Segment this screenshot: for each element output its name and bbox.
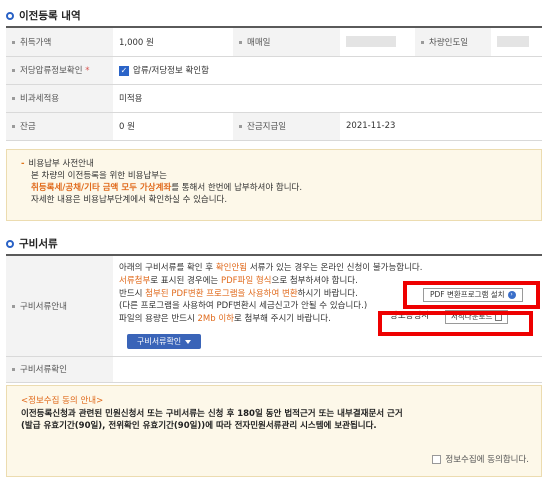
consent-agree[interactable]: 정보수집에 동의합니다.	[432, 454, 529, 467]
table-row: 구비서류확인	[6, 356, 542, 383]
label-text: 잔금지급일	[247, 122, 287, 132]
balance-date-label: 잔금지급일	[233, 112, 340, 141]
bullet-icon	[421, 40, 424, 44]
fee-notice-line1: 본 차량의 이전등록을 위한 비용납부는	[31, 171, 167, 181]
table-row: 취득가액 1,000 원 매매일 차량인도일	[6, 28, 542, 57]
redacted-value	[346, 36, 396, 48]
consent-line1: 이전등록신청과 관련된 민원신청서 또는 구비서류는 신청 후 180일 동안 …	[21, 408, 403, 419]
highlight-box	[378, 311, 533, 336]
fee-notice-title: - 비용납부 사전안내	[21, 158, 527, 170]
check-button-label: 구비서류확인	[137, 337, 182, 346]
bullet-icon	[12, 97, 15, 100]
redacted-value	[497, 36, 529, 48]
dash-icon: -	[21, 159, 25, 169]
table-row: 비과세적용 미적용	[6, 84, 542, 113]
label-text: 저당압류정보확인	[20, 66, 83, 76]
docs-check-button[interactable]: 구비서류확인	[127, 334, 202, 349]
docs-confirm-value	[113, 356, 542, 383]
lien-label: 저당압류정보확인 *	[6, 56, 113, 85]
acq-price-value: 1,000 원	[113, 28, 233, 57]
guide-text: 파일의 용량은 반드시	[119, 314, 198, 325]
bullet-icon	[12, 40, 15, 44]
fee-notice-box: - 비용납부 사전안내 본 차량의 이전등록을 위한 비용납부는 취등록세/공채/…	[6, 149, 542, 221]
fee-notice-rest: 를 통해서 한번에 납부하셔야 합니다.	[171, 183, 303, 193]
guide-text: 서류가 있는 경우는 온라인 신청이 불가능합니다.	[247, 263, 423, 273]
bullet-icon	[12, 304, 15, 308]
guide-text: 로 첨부해 주시기 바랍니다.	[233, 314, 331, 325]
label-text: 매매일	[247, 37, 271, 48]
tax-value: 미적용	[113, 84, 542, 113]
bullet-icon	[239, 40, 242, 44]
section-title-text: 이전등록 내역	[19, 10, 81, 22]
bullet-icon	[12, 368, 15, 371]
guide-text: 반드시	[119, 288, 146, 299]
balance-label: 잔금	[6, 112, 113, 141]
guide-emphasis: 서류첨부	[119, 275, 151, 286]
delivery-date-label: 차량인도일	[415, 28, 491, 57]
lien-check-cell[interactable]: ✓ 압류/저당정보 확인함	[113, 56, 542, 85]
fee-notice-emphasis: 취등록세/공채/기타 금액 모두 가상계좌	[31, 183, 172, 193]
section-bullet-icon	[6, 11, 14, 20]
label-text: 잔금	[20, 122, 36, 132]
bullet-icon	[12, 69, 15, 72]
tax-label: 비과세적용	[6, 84, 113, 113]
consent-heading: <정보수집 동의 안내>	[21, 396, 104, 406]
label-text: 구비서류안내	[20, 301, 67, 312]
section-title-docs: 구비서류	[6, 236, 58, 251]
chevron-down-icon	[185, 339, 192, 344]
consent-agree-label[interactable]: 정보수집에 동의합니다.	[445, 454, 529, 467]
table-row: 잔금 0 원 잔금지급일 2021-11-23	[6, 112, 542, 141]
guide-emphasis: PDF파일 형식	[220, 275, 272, 286]
label-text: 취득가액	[20, 37, 52, 48]
section-title-transfer: 이전등록 내역	[6, 8, 81, 23]
guide-line1: 아래의 구비서류를 확인 후 확인안됨 서류가 있는 경우는 온라인 신청이 불…	[119, 262, 536, 275]
label-text: 구비서류확인	[20, 365, 67, 375]
guide-text: 로 표시된 경우에는	[150, 275, 221, 286]
guide-emphasis: 첨부된 PDF변환 프로그램을 사용하여 변환	[145, 288, 298, 299]
sale-date-label: 매매일	[233, 28, 340, 57]
highlight-box	[403, 281, 540, 309]
sale-date-value	[340, 28, 415, 57]
section-bullet-icon	[6, 239, 14, 248]
check-icon[interactable]: ✓	[119, 65, 129, 76]
transfer-table: 취득가액 1,000 원 매매일 차량인도일 저당압류정보확인 * ✓ 압류/저당…	[6, 28, 542, 141]
bullet-icon	[239, 125, 242, 128]
label-text: 차량인도일	[429, 37, 469, 48]
label-text: 비과세적용	[20, 94, 60, 104]
fee-notice-line3: 자세한 내용은 비용납부단계에서 확인하실 수 있습니다.	[31, 195, 228, 205]
consent-line2: (발급 유효기간(90일), 전위확인 유효기간(90일))에 따라 전자민원서…	[21, 421, 377, 431]
guide-emphasis: 확인안됨	[215, 263, 248, 273]
fee-notice-title-text: 비용납부 사전안내	[28, 159, 94, 169]
balance-date-value: 2021-11-23	[340, 112, 542, 141]
lien-check-label[interactable]: 압류/저당정보 확인함	[133, 66, 209, 76]
balance-value: 0 원	[113, 112, 233, 141]
guide-emphasis: 2Mb 이하	[197, 314, 234, 325]
section-title-text: 구비서류	[19, 238, 58, 250]
acq-price-label: 취득가액	[6, 28, 113, 57]
guide-text: 아래의 구비서류를 확인 후	[119, 263, 216, 273]
delivery-date-value	[491, 28, 542, 57]
table-row: 저당압류정보확인 * ✓ 압류/저당정보 확인함	[6, 56, 542, 85]
bullet-icon	[12, 125, 15, 128]
consent-checkbox[interactable]	[432, 455, 442, 465]
docs-confirm-label: 구비서류확인	[6, 356, 113, 383]
consent-box: <정보수집 동의 안내> 이전등록신청과 관련된 민원신청서 또는 구비서류는 …	[6, 385, 542, 477]
fee-notice-line2: 취등록세/공채/기타 금액 모두 가상계좌를 통해서 한번에 납부하셔야 합니다…	[21, 182, 527, 194]
docs-guide-label: 구비서류안내	[6, 256, 113, 357]
guide-text: 하시기 바랍니다.	[297, 288, 358, 299]
guide-text: 으로 첨부하셔야 합니다.	[271, 275, 358, 286]
required-mark: *	[85, 66, 90, 76]
